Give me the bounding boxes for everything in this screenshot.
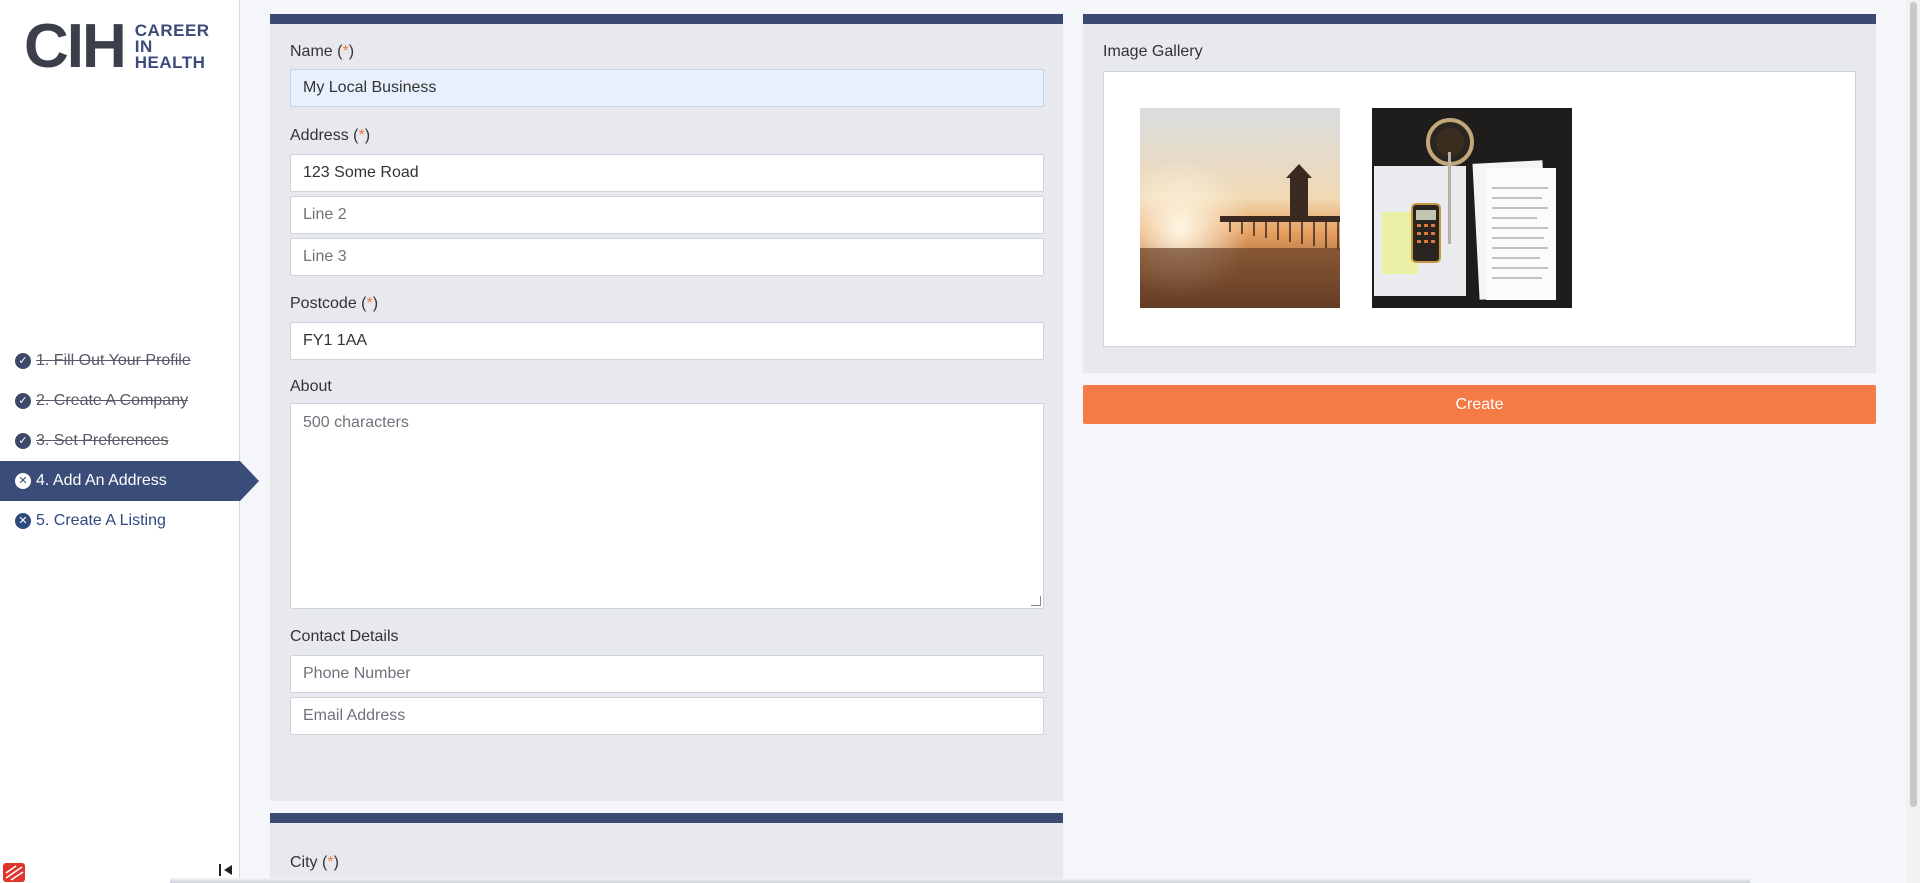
brand-mark: CIH [24,12,127,81]
step-label: 5. Create A Listing [36,512,166,529]
step-add-address[interactable]: ✕ 4. Add An Address [0,461,259,501]
image-gallery [1103,71,1856,347]
address-line1-input[interactable]: 123 Some Road [290,154,1044,192]
image-gallery-title: Image Gallery [1103,43,1203,60]
brand-line-3: HEALTH [134,53,206,72]
city-panel: City (*) [270,813,1063,883]
onboarding-steps: ✓ 1. Fill Out Your Profile ✓ 2. Create A… [0,341,259,541]
image-gallery-panel: Image Gallery [1083,14,1876,373]
gallery-image-desk[interactable] [1372,108,1572,308]
postcode-label: Postcode (*) [290,295,379,312]
about-placeholder: 500 characters [303,414,409,431]
email-address-input[interactable]: Email Address [290,697,1044,735]
create-button[interactable]: Create [1083,385,1876,424]
check-circle-icon: ✓ [15,393,31,409]
about-label: About [290,378,332,395]
city-label: City (*) [290,854,339,871]
collapse-sidebar-icon[interactable] [215,860,237,880]
name-label: Name (*) [290,43,355,60]
x-circle-icon: ✕ [15,473,31,489]
check-circle-icon: ✓ [15,433,31,449]
name-value: My Local Business [303,79,437,96]
page-scrollbar[interactable] [1906,0,1920,883]
address-line3-placeholder: Line 3 [303,248,347,265]
name-input[interactable]: My Local Business [290,69,1044,107]
step-label: 3. Set Preferences [36,432,169,449]
contact-details-label: Contact Details [290,628,399,645]
sidebar: CIH CAREER IN HEALTH ✓ 1. Fill Out Your … [0,0,259,883]
address-line2-placeholder: Line 2 [303,206,347,223]
address-line2-input[interactable]: Line 2 [290,196,1044,234]
postcode-value: FY1 1AA [303,332,368,349]
phone-placeholder: Phone Number [303,665,411,682]
address-form-panel: Name (*) My Local Business Address (*) 1… [270,14,1063,801]
address-line3-input[interactable]: Line 3 [290,238,1044,276]
step-label: 1. Fill Out Your Profile [36,352,191,369]
step-label: 4. Add An Address [36,472,167,489]
address-line1-value: 123 Some Road [303,164,419,181]
step-create-company[interactable]: ✓ 2. Create A Company [0,381,240,421]
step-set-preferences[interactable]: ✓ 3. Set Preferences [0,421,240,461]
phone-number-input[interactable]: Phone Number [290,655,1044,693]
step-fill-out-profile[interactable]: ✓ 1. Fill Out Your Profile [0,341,240,381]
x-circle-icon: ✕ [15,513,31,529]
resize-handle-icon[interactable] [1031,596,1041,606]
about-textarea[interactable]: 500 characters [290,403,1044,609]
step-label: 2. Create A Company [36,392,189,409]
scrollbar-thumb[interactable] [1910,2,1917,807]
check-circle-icon: ✓ [15,353,31,369]
step-create-listing[interactable]: ✕ 5. Create A Listing [0,501,240,541]
bottom-edge-shadow [170,878,1750,883]
postcode-input[interactable]: FY1 1AA [290,322,1044,360]
app-logo-icon[interactable] [2,859,28,883]
email-placeholder: Email Address [303,707,406,724]
brand-logo[interactable]: CIH CAREER IN HEALTH [24,12,210,81]
brand-wordmark: CAREER IN HEALTH [134,22,210,72]
address-label: Address (*) [290,127,371,144]
gallery-image-pier[interactable] [1140,108,1340,308]
